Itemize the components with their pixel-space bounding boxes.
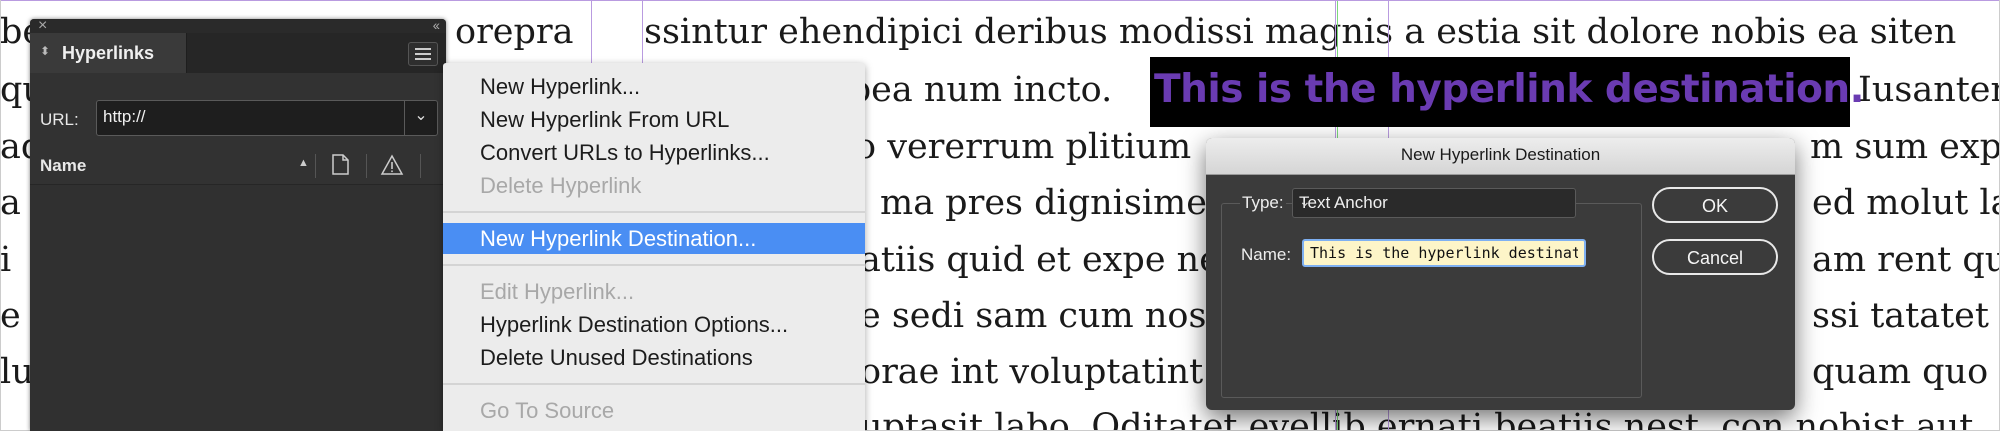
panel-flyout-menu: New Hyperlink... New Hyperlink From URL …	[443, 63, 865, 431]
divider	[420, 154, 421, 178]
menu-separator	[443, 264, 865, 266]
column-name[interactable]: Name	[40, 156, 86, 176]
document-text-line: ebea num incto.	[828, 70, 1113, 110]
menu-item-go-to-source: Go To Source	[443, 395, 865, 426]
frame-edge	[0, 0, 2000, 1]
document-text-line: am rent quis	[1812, 240, 2000, 280]
sort-up-icon[interactable]: ▲	[298, 157, 309, 169]
menu-item-label: Go To Source	[480, 398, 615, 423]
menu-item-edit-hyperlink: Edit Hyperlink...	[443, 276, 865, 307]
menu-item-label: Delete Hyperlink	[480, 173, 642, 198]
document-text-line: e sedi sam cum nos	[860, 296, 1207, 336]
new-hyperlink-destination-dialog: New Hyperlink Destination Type: Text Anc…	[1206, 138, 1795, 410]
menu-item-new-hyperlink-from-url[interactable]: New Hyperlink From URL	[443, 104, 865, 135]
menu-item-label: Edit Hyperlink...	[480, 279, 635, 304]
document-text-line: i	[0, 240, 12, 280]
divider	[315, 154, 316, 178]
tab-hyperlinks[interactable]: ⬍ Hyperlinks	[30, 33, 187, 73]
cancel-button[interactable]: Cancel	[1652, 239, 1778, 275]
document-text-line: orepra	[455, 12, 574, 52]
menu-item-new-hyperlink[interactable]: New Hyperlink...	[443, 71, 865, 102]
document-text-line: atiis quid et expe ne	[860, 240, 1220, 280]
hyperlink-list[interactable]	[30, 185, 446, 431]
chevron-down-icon: ⌄	[1299, 193, 1311, 209]
warning-icon[interactable]	[380, 154, 404, 176]
document-text-line: ed molut lar	[1812, 183, 2000, 223]
menu-item-label: Hyperlink Destination Options...	[480, 312, 789, 337]
document-text-line: m sum expl	[1810, 127, 2000, 167]
menu-item-hyperlink-destination-options[interactable]: Hyperlink Destination Options...	[443, 309, 865, 340]
panel-menu-button[interactable]	[408, 42, 438, 66]
menu-item-convert-urls[interactable]: Convert URLs to Hyperlinks...	[443, 137, 865, 168]
menu-item-label: New Hyperlink From URL	[480, 107, 730, 132]
page-icon[interactable]	[332, 154, 349, 175]
document-text-line: ssi tatatet	[1812, 296, 1989, 336]
divider	[366, 154, 367, 178]
document-text-line: ssintur ehendipici deribus modissi magni…	[644, 12, 1957, 52]
document-text-line: ma pres dignisime	[880, 183, 1207, 223]
selected-text[interactable]: This is the hyperlink destination.	[1150, 57, 1864, 127]
document-text-line: orae int voluptatint	[860, 352, 1204, 392]
menu-item-new-hyperlink-destination[interactable]: New Hyperlink Destination...	[443, 223, 865, 254]
menu-item-delete-hyperlink: Delete Hyperlink	[443, 170, 865, 201]
menu-line	[415, 53, 431, 55]
type-label: Type:	[1240, 193, 1286, 213]
url-field[interactable]: ⌄	[96, 100, 438, 136]
ok-button[interactable]: OK	[1652, 187, 1778, 223]
dialog-title[interactable]: New Hyperlink Destination	[1206, 138, 1795, 175]
document-text-line: uptasit labo. Oditatet evellib ernati be…	[860, 407, 1974, 431]
expand-arrows-icon[interactable]: ⬍	[40, 44, 50, 58]
menu-item-delete-unused-destinations[interactable]: Delete Unused Destinations	[443, 342, 865, 373]
list-header: Name ▲	[30, 146, 446, 185]
menu-separator	[443, 383, 865, 385]
chevron-down-icon[interactable]: ⌄	[404, 101, 437, 135]
document-text-line: quam quo	[1812, 352, 1989, 392]
type-dropdown[interactable]: Text Anchor ⌄	[1292, 188, 1576, 218]
tab-label: Hyperlinks	[62, 43, 155, 63]
name-field[interactable]	[1302, 239, 1586, 267]
panel-title-strip: × ‹‹	[30, 17, 446, 34]
url-input[interactable]	[103, 106, 393, 128]
hyperlinks-panel: × ‹‹ ⬍ Hyperlinks URL: ⌄ Name ▲	[30, 17, 446, 431]
selected-text-label: This is the hyperlink destination.	[1154, 67, 1864, 112]
menu-item-label: New Hyperlink...	[480, 74, 641, 99]
menu-item-label: Delete Unused Destinations	[480, 345, 753, 370]
menu-item-label: Convert URLs to Hyperlinks...	[480, 140, 770, 165]
menu-separator	[443, 211, 865, 213]
menu-line	[415, 48, 431, 50]
document-text-line: a	[0, 183, 21, 223]
name-label: Name:	[1241, 245, 1292, 264]
document-text-line: e	[0, 296, 21, 336]
document-text-line: Iusanter	[1858, 70, 2000, 110]
url-label: URL:	[40, 110, 79, 129]
collapse-icon[interactable]: ‹‹	[433, 17, 440, 33]
settings-group	[1221, 203, 1642, 398]
panel-tab-bar: ⬍ Hyperlinks	[30, 33, 446, 73]
document-text-line: lu	[0, 352, 34, 392]
frame-edge	[0, 0, 1, 431]
document-text-line: o vererrum plitium	[855, 127, 1192, 167]
menu-item-label: New Hyperlink Destination...	[480, 226, 757, 251]
menu-line	[415, 58, 431, 60]
